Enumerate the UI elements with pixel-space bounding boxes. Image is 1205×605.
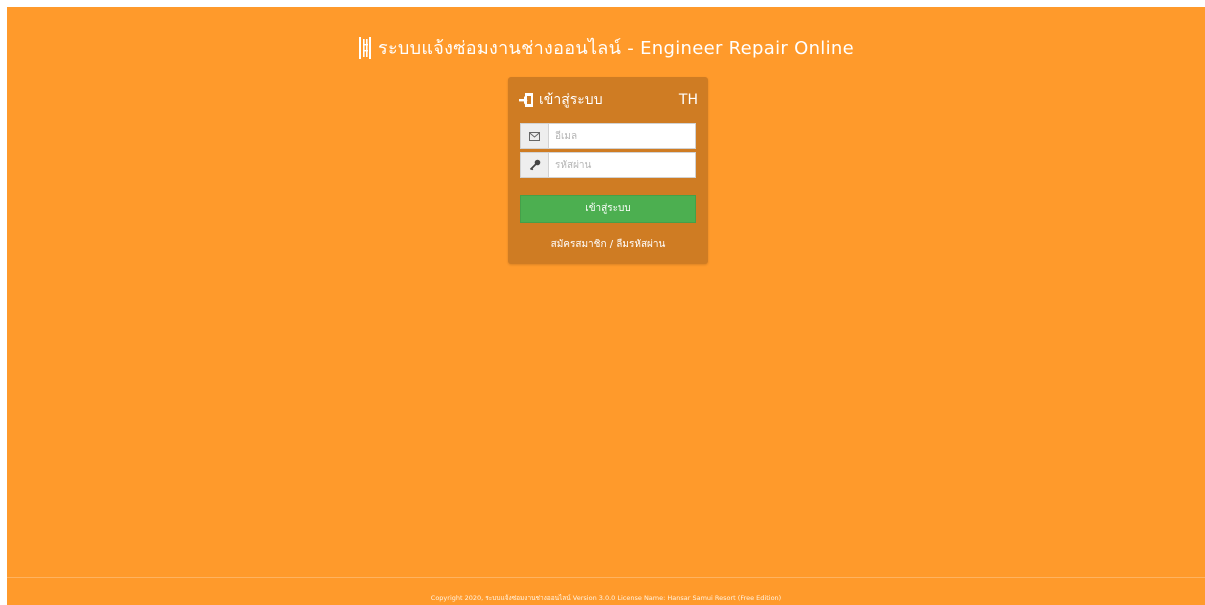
key-icon [521,153,549,177]
login-button[interactable]: เข้าสู่ระบบ [520,195,696,223]
register-link[interactable]: สมัครสมาชิก [551,239,610,250]
page-background: ระบบแจ้งซ่อมงานช่างออนไลน์ - Engineer Re… [7,7,1205,605]
password-input[interactable] [549,153,695,177]
login-heading: เข้าสู่ระบบ [539,92,603,108]
forgot-password-link[interactable]: ลืมรหัสผ่าน [616,239,665,250]
auth-links: สมัครสมาชิก / ลืมรหัสผ่าน [508,237,708,252]
login-panel-header: เข้าสู่ระบบ TH [518,89,698,111]
email-field [520,123,696,149]
app-title: ระบบแจ้งซ่อมงานช่างออนไลน์ - Engineer Re… [378,38,854,59]
password-field [520,152,696,178]
language-switch[interactable]: TH [679,92,698,108]
email-input[interactable] [549,124,695,148]
app-header: ระบบแจ้งซ่อมงานช่างออนไลน์ - Engineer Re… [7,33,1205,62]
copyright-footer: Copyright 2020, ระบบแจ้งซ่อมงานช่างออนไล… [430,594,782,602]
building-logo-icon [359,36,371,59]
sign-in-icon [519,93,533,107]
footer-divider [7,577,1205,578]
login-panel: เข้าสู่ระบบ TH เข้าสู่ระบบ [508,77,708,264]
envelope-icon [521,124,549,148]
